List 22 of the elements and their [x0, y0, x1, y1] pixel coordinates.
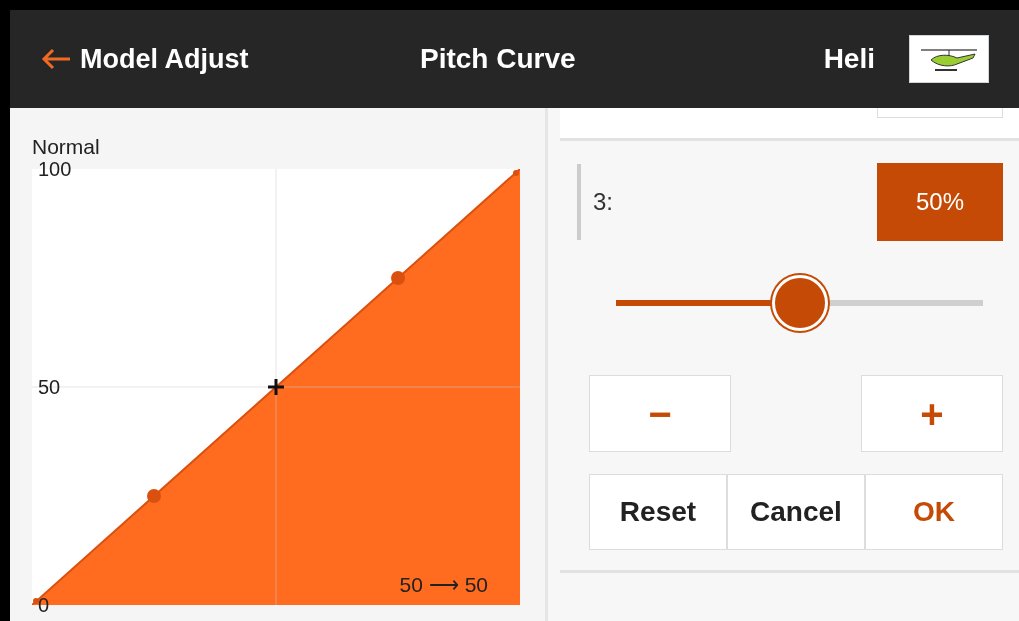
selected-point-cross[interactable] [266, 377, 286, 397]
curve-mode-label: Normal [32, 136, 101, 157]
point-label: 3: [577, 164, 613, 240]
curve-point[interactable] [513, 170, 519, 176]
decrease-button[interactable]: − [589, 375, 731, 452]
action-button[interactable]: OK [865, 474, 1003, 550]
back-button[interactable]: Model Adjust [40, 38, 420, 80]
slider-thumb[interactable] [771, 275, 828, 331]
action-button[interactable]: Cancel [727, 474, 865, 550]
y-tick-label: 50 [38, 377, 61, 397]
screen-title: Pitch Curve [420, 42, 576, 76]
point-readout: 50 ⟶ 50 [399, 574, 488, 595]
back-arrow-icon [40, 47, 72, 71]
curve-point[interactable] [33, 598, 39, 604]
slider-track[interactable] [616, 273, 983, 333]
model-type: Heli [823, 42, 875, 76]
action-button[interactable]: Reset [589, 474, 727, 550]
curve-point[interactable] [147, 489, 161, 503]
y-tick-label: 100 [38, 159, 72, 179]
point-value: 50% [877, 163, 1003, 241]
curve-point[interactable] [391, 271, 405, 285]
increase-button[interactable]: + [861, 375, 1003, 452]
